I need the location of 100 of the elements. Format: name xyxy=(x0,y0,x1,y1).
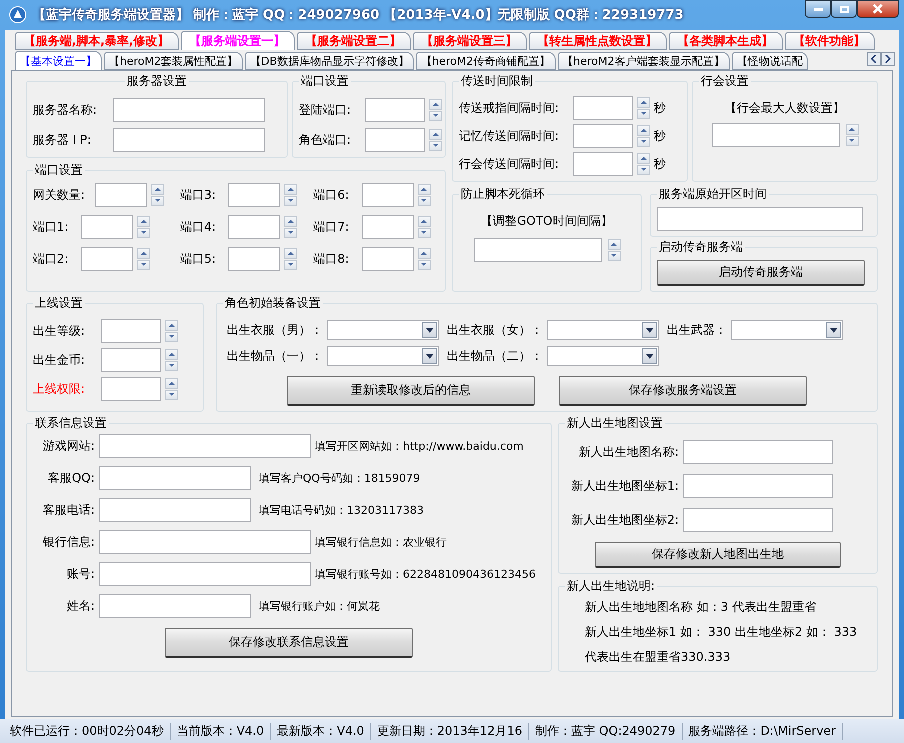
spin-button[interactable] xyxy=(137,216,150,238)
spin-button[interactable] xyxy=(608,239,620,261)
tab[interactable]: 【各类脚本生成】 xyxy=(668,32,783,50)
input-field[interactable] xyxy=(99,594,251,618)
scroll-left-button[interactable] xyxy=(867,52,881,66)
field-label: 端口8: xyxy=(314,250,350,268)
status-text: 服务端路径：D:\MirServer xyxy=(682,722,843,740)
dropdown[interactable] xyxy=(731,320,843,340)
status-text: 软件已运行：00时02分04秒 xyxy=(4,722,171,740)
field-label: 银行信息: xyxy=(42,534,95,550)
tab[interactable]: 【heroM2传奇商铺配置】 xyxy=(416,52,556,70)
spin-button[interactable] xyxy=(418,216,431,238)
tab[interactable]: 【heroM2套装属性配置】 xyxy=(104,52,244,70)
scroll-right-button[interactable] xyxy=(881,52,895,66)
tab[interactable]: 【DB数据库物品显示字符修改】 xyxy=(245,52,414,70)
tab[interactable]: 【怪物说话配 xyxy=(732,52,808,70)
input-field[interactable] xyxy=(99,498,251,522)
spin-button[interactable] xyxy=(284,216,298,238)
spin-button[interactable] xyxy=(846,124,858,146)
spin-button[interactable] xyxy=(165,349,178,371)
save-button[interactable]: 重新读取修改后的信息 xyxy=(287,376,535,406)
minimize-button[interactable] xyxy=(805,0,831,18)
input-field[interactable] xyxy=(101,348,161,372)
save-button[interactable]: 保存修改服务端设置 xyxy=(559,376,807,406)
field-label: 账号: xyxy=(66,566,95,582)
save-button[interactable]: 保存修改新人地图出生地 xyxy=(595,542,841,568)
input-field[interactable] xyxy=(573,152,633,176)
group-title: 上线设置 xyxy=(34,295,84,312)
dropdown[interactable] xyxy=(327,320,439,340)
input-field[interactable] xyxy=(474,238,602,262)
maximize-button[interactable] xyxy=(831,0,857,18)
spin-button[interactable] xyxy=(284,248,298,270)
input-field[interactable] xyxy=(95,183,147,207)
input-field[interactable] xyxy=(101,377,161,401)
input-field[interactable] xyxy=(573,96,633,120)
input-field[interactable] xyxy=(228,247,280,271)
input-field[interactable] xyxy=(113,98,265,122)
field-label: 端口7: xyxy=(314,218,350,236)
spin-button[interactable] xyxy=(137,248,150,270)
input-field[interactable] xyxy=(683,474,833,498)
input-field[interactable] xyxy=(683,508,833,532)
tab[interactable]: 【服务端,脚本,暴率,修改】 xyxy=(15,32,179,50)
tab[interactable]: 【基本设置一】 xyxy=(15,51,102,70)
input-field[interactable] xyxy=(81,247,133,271)
input-field[interactable] xyxy=(99,466,251,490)
chevron-left-icon xyxy=(871,55,877,63)
field-label: 出生武器： xyxy=(667,322,727,338)
input-field[interactable] xyxy=(362,247,414,271)
field-label: 客服QQ: xyxy=(47,470,95,486)
save-button[interactable]: 保存修改联系信息设置 xyxy=(165,628,413,658)
spin-button[interactable] xyxy=(418,248,431,270)
spin-button[interactable] xyxy=(429,129,442,151)
close-button[interactable] xyxy=(857,0,899,18)
caret-icon xyxy=(646,354,654,358)
input-field[interactable] xyxy=(99,562,311,586)
input-field[interactable] xyxy=(81,215,133,239)
start-server-button[interactable]: 启动传奇服务端 xyxy=(657,260,865,286)
dropdown[interactable] xyxy=(547,346,659,366)
note-text: 新人出生地地图名称 如：3 代表出生盟重省 xyxy=(585,599,818,616)
input-field[interactable] xyxy=(99,434,311,458)
spin-button[interactable] xyxy=(429,99,442,121)
window-title: 【蓝宇传奇服务端设置器】 制作：蓝宇 QQ：249027960 【2013年-V4.0】无限制版 QQ群：229319773 xyxy=(33,6,685,24)
tab[interactable]: 【服务端设置二】 xyxy=(296,32,411,50)
input-field[interactable] xyxy=(99,530,311,554)
spin-button[interactable] xyxy=(418,184,431,206)
spin-button[interactable] xyxy=(637,153,650,175)
input-field[interactable] xyxy=(362,183,414,207)
spin-button[interactable] xyxy=(637,125,650,147)
input-field[interactable] xyxy=(712,123,840,147)
field-label: 新人出生地图坐标2: xyxy=(570,512,679,528)
guild-caption: 【行会最大人数设置】 xyxy=(724,100,846,117)
spin-button[interactable] xyxy=(151,184,164,206)
input-field[interactable] xyxy=(683,440,833,464)
input-field[interactable] xyxy=(228,215,280,239)
input-field[interactable] xyxy=(573,124,633,148)
input-field[interactable] xyxy=(101,319,161,343)
field-label: 服务器名称: xyxy=(33,102,98,118)
spin-button[interactable] xyxy=(165,320,178,342)
tab[interactable]: 【转生属性点数设置】 xyxy=(528,32,667,50)
maximize-icon xyxy=(840,6,848,12)
field-label: 端口3: xyxy=(180,186,218,204)
input-field[interactable] xyxy=(113,128,265,152)
caret-icon xyxy=(646,328,654,332)
field-label: 端口4: xyxy=(180,218,218,236)
tab[interactable]: 【软件功能】 xyxy=(784,32,875,50)
status-text: 制作：蓝宇 QQ:2490279 xyxy=(529,722,683,740)
status-text: 最新版本：V4.0 xyxy=(271,722,372,740)
spin-button[interactable] xyxy=(284,184,298,206)
field-label: 端口5: xyxy=(180,250,218,268)
dropdown[interactable] xyxy=(547,320,659,340)
input-field[interactable] xyxy=(365,98,425,122)
input-field[interactable] xyxy=(362,215,414,239)
input-field[interactable] xyxy=(228,183,280,207)
spin-button[interactable] xyxy=(637,97,650,119)
spin-button[interactable] xyxy=(165,378,178,400)
tab[interactable]: 【服务端设置三】 xyxy=(412,32,527,50)
dropdown[interactable] xyxy=(327,346,439,366)
input-field[interactable] xyxy=(365,128,425,152)
tab[interactable]: 【heroM2客户端套装显示配置】 xyxy=(558,52,730,70)
input-field[interactable] xyxy=(657,207,863,231)
